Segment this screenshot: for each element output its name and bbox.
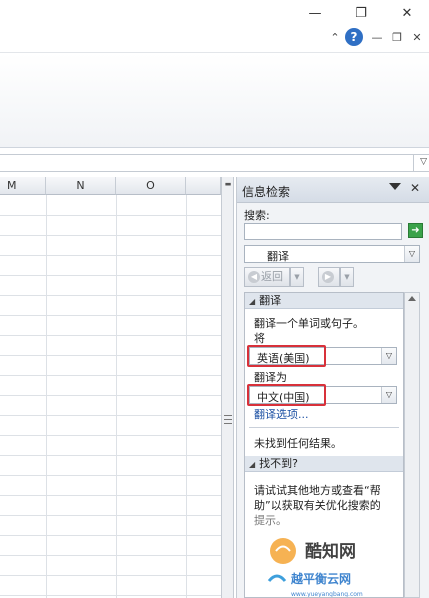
help-icon[interactable]: ? (345, 28, 363, 46)
section-translate-label: 翻译 (259, 294, 282, 307)
row-line (0, 295, 221, 296)
row-line (0, 475, 221, 476)
row-line (0, 495, 221, 496)
formula-input[interactable] (0, 155, 414, 172)
research-pane: 信息检索 ✕ 搜索: ➜ 翻译 ▽ ◀ 返回 ▼ ▶ ▼ ◢ 翻译 翻译一个单词或句… (236, 177, 429, 598)
minimize-icon[interactable]: — (304, 6, 326, 22)
row-line (0, 215, 221, 216)
back-arrow-icon: ◀ (248, 271, 260, 283)
instruction-text: 翻译一个单词或句子。 (254, 317, 364, 330)
go-button[interactable]: ➜ (408, 223, 423, 238)
row-line (0, 235, 221, 236)
back-button[interactable]: ◀ 返回 (244, 267, 290, 287)
chevron-down-icon[interactable]: ▽ (381, 387, 396, 403)
column-header-n[interactable]: N (46, 177, 116, 195)
watermark-url: www.yueyangbang.com (291, 591, 363, 598)
column-header-o[interactable]: O (116, 177, 186, 195)
row-line (0, 435, 221, 436)
row-line (0, 375, 221, 376)
section-translate[interactable]: ◢ 翻译 (245, 293, 403, 309)
divider (249, 427, 399, 428)
forward-button[interactable]: ▶ (318, 267, 340, 287)
row-line (0, 275, 221, 276)
highlight-box (247, 345, 326, 367)
translation-options-link[interactable]: 翻译选项... (254, 406, 309, 422)
worksheet-grid[interactable]: M N O (0, 177, 221, 598)
restore-icon[interactable]: ❐ (350, 6, 372, 22)
results-panel: ◢ 翻译 翻译一个单词或句子。 将 英语(美国) ▽ 翻译为 中文(中国) ▽ 翻… (244, 292, 404, 598)
row-line (0, 575, 221, 576)
source-value: 翻译 (267, 250, 289, 263)
row-line (0, 355, 221, 356)
back-dropdown[interactable]: ▼ (290, 267, 304, 287)
scroll-up-icon[interactable] (408, 296, 416, 301)
help-text-line: 提示。 (254, 514, 287, 527)
from-label: 将 (254, 332, 265, 345)
close-icon[interactable]: ✕ (396, 6, 418, 22)
ribbon (0, 52, 429, 148)
row-line (0, 595, 221, 596)
close-icon[interactable]: ✕ (408, 29, 426, 47)
split-handle-icon[interactable]: ▬ (223, 179, 233, 189)
search-input[interactable] (244, 223, 402, 240)
chevron-down-icon[interactable]: ▽ (381, 348, 396, 364)
pane-menu-icon[interactable] (389, 183, 401, 190)
collapse-icon[interactable]: ◢ (249, 297, 255, 306)
highlight-box (247, 384, 326, 406)
forward-arrow-icon: ▶ (322, 271, 334, 283)
row-line (0, 515, 221, 516)
results-scrollbar[interactable] (404, 292, 420, 598)
watermark-brand-2: 越平衡云网 (290, 571, 351, 586)
back-label: 返回 (261, 270, 283, 283)
chevron-down-icon[interactable]: ▽ (404, 246, 419, 262)
row-line (0, 455, 221, 456)
row-line (0, 555, 221, 556)
watermark-brand: 酷知网 (305, 541, 356, 562)
row-line (0, 335, 221, 336)
section-not-found[interactable]: ◢ 找不到? (245, 456, 403, 472)
collapse-icon[interactable]: ◢ (249, 460, 255, 469)
formula-bar: ▽ (0, 154, 429, 172)
search-label: 搜索: (244, 209, 270, 222)
watermark-logo: 酷知网 越平衡云网 www.yueyangbang.com (267, 538, 363, 598)
forward-dropdown[interactable]: ▼ (340, 267, 354, 287)
minimize-icon[interactable]: — (368, 29, 386, 47)
title-bar: — ❐ ✕ (0, 0, 429, 28)
pane-title: 信息检索 (242, 185, 291, 199)
help-text-line: 助”以获取有关优化搜索的 (254, 499, 381, 512)
row-line (0, 315, 221, 316)
restore-icon[interactable]: ❐ (388, 29, 406, 47)
no-results-text: 未找到任何结果。 (254, 437, 342, 450)
section-not-found-label: 找不到? (259, 457, 298, 470)
column-header-m[interactable]: M (0, 177, 46, 195)
pane-header: 信息检索 ✕ (237, 177, 429, 203)
to-label: 翻译为 (254, 371, 287, 384)
column-header-p[interactable] (186, 177, 221, 195)
scrollbar-grip[interactable] (224, 415, 232, 424)
vertical-scrollbar[interactable]: ▬ (221, 177, 234, 598)
source-select[interactable]: 翻译 ▽ (244, 245, 420, 263)
navigation-row: ◀ 返回 ▼ ▶ ▼ (244, 267, 424, 287)
row-line (0, 415, 221, 416)
help-text-line: 请试试其他地方或查看“帮 (254, 484, 381, 497)
close-icon[interactable]: ✕ (410, 181, 420, 195)
row-line (0, 395, 221, 396)
chevron-down-icon[interactable]: ▽ (420, 157, 427, 167)
row-line (0, 535, 221, 536)
chevron-up-icon[interactable]: ⌃ (326, 29, 344, 47)
row-line (0, 255, 221, 256)
